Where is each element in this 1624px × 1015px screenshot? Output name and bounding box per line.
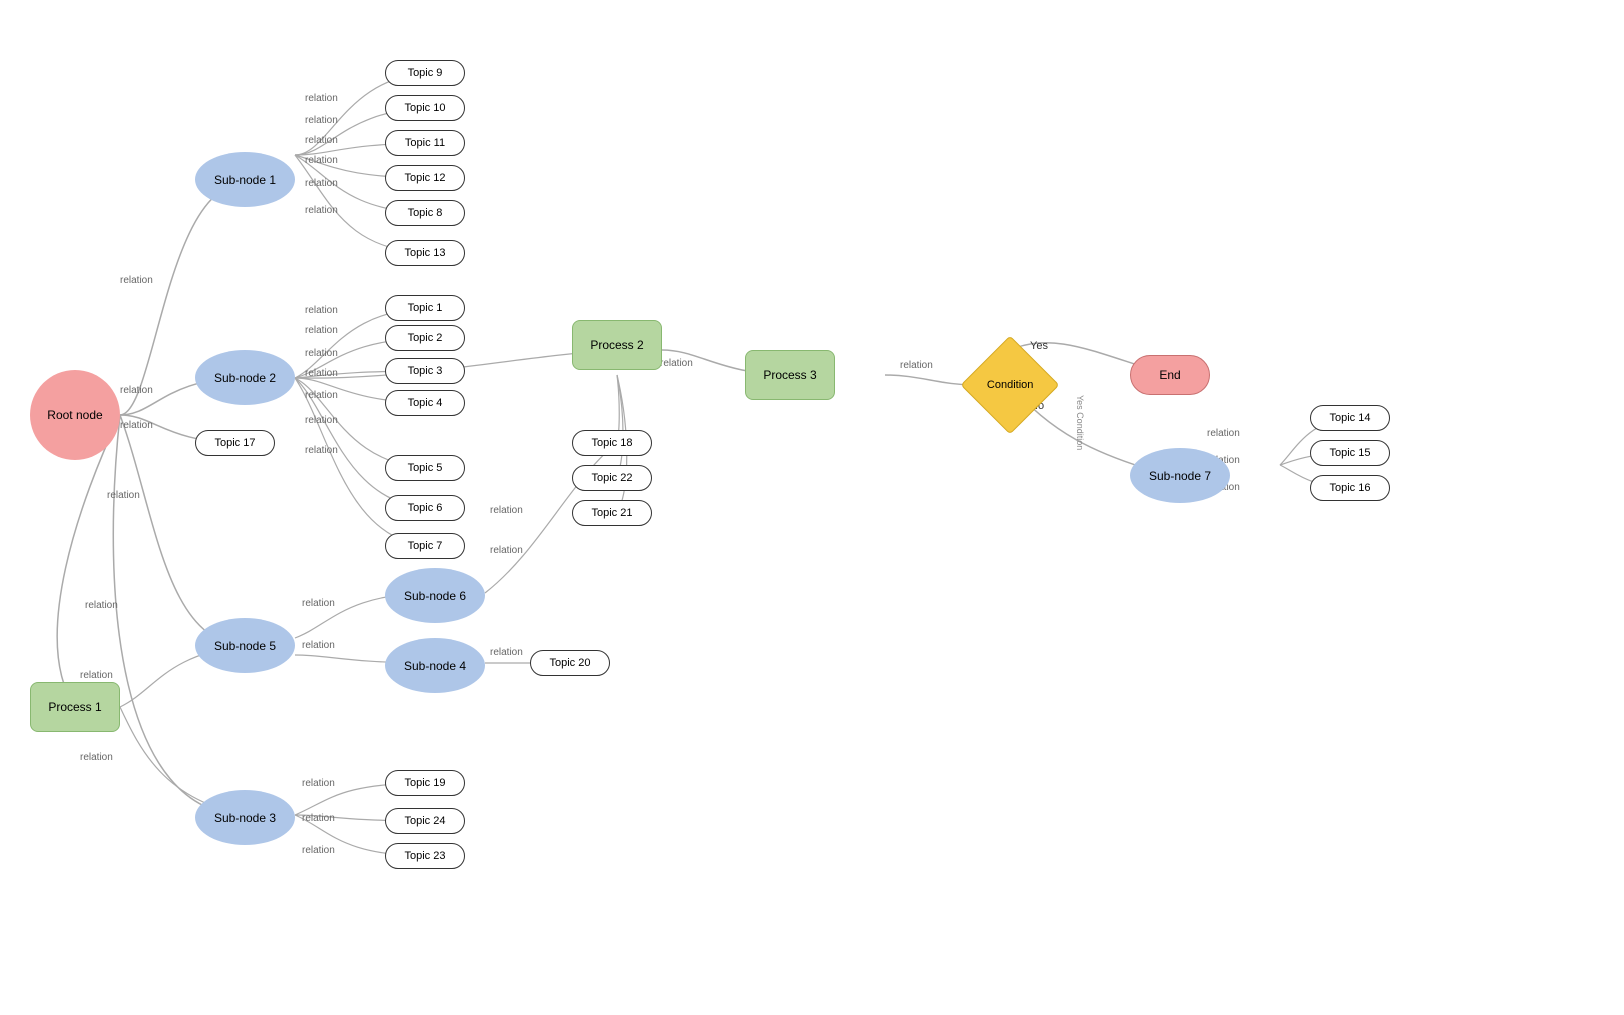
topic-4[interactable]: Topic 4 [385,390,465,416]
rel-sub-process2: relation [490,505,523,516]
process-1-label: Process 1 [48,700,101,714]
topic-23[interactable]: Topic 23 [385,843,465,869]
topic-13[interactable]: Topic 13 [385,240,465,266]
sub-node-2-label: Sub-node 2 [214,371,276,385]
rel-sub2-t2: relation [305,325,338,336]
end-label: End [1159,368,1180,382]
relation-root-sub2: relation [120,385,153,396]
rel-sub2-sub6: relation [490,545,523,556]
process-1[interactable]: Process 1 [30,682,120,732]
rel-sub2-t6: relation [305,415,338,426]
topic-17-label: Topic 17 [215,437,256,449]
topic-14[interactable]: Topic 14 [1310,405,1390,431]
rel-sub3-t23: relation [302,845,335,856]
process-2-label: Process 2 [590,338,643,352]
root-node-label: Root node [47,408,102,422]
sub-node-6-label: Sub-node 6 [404,589,466,603]
rel-sub2-t5: relation [305,390,338,401]
condition-label: Condition [987,379,1033,391]
topic-16[interactable]: Topic 16 [1310,475,1390,501]
rel-sub1-t13: relation [305,205,338,216]
topic-19[interactable]: Topic 19 [385,770,465,796]
rel-sub3-t19: relation [302,778,335,789]
topic-3[interactable]: Topic 3 [385,358,465,384]
sub-node-6[interactable]: Sub-node 6 [385,568,485,623]
topic-15[interactable]: Topic 15 [1310,440,1390,466]
rel-sub7-t14: relation [1207,428,1240,439]
rel-sub2-t4: relation [305,368,338,379]
rel-sub3-t24: relation [302,813,335,824]
rel-sub1-t8: relation [305,178,338,189]
rel-sub1-t12: relation [305,155,338,166]
topic-17[interactable]: Topic 17 [195,430,275,456]
sub-node-7[interactable]: Sub-node 7 [1130,448,1230,503]
sub-node-4-label: Sub-node 4 [404,659,466,673]
topic-1[interactable]: Topic 1 [385,295,465,321]
sub-node-7-label: Sub-node 7 [1149,469,1211,483]
rel-sub2-t3: relation [305,348,338,359]
topic-11[interactable]: Topic 11 [385,130,465,156]
diagram: relation relation relation relation rela… [0,0,1624,1015]
topic-8[interactable]: Topic 8 [385,200,465,226]
sub-node-3-label: Sub-node 3 [214,811,276,825]
topic-10[interactable]: Topic 10 [385,95,465,121]
relation-root-sub3: relation [85,600,118,611]
topic-6[interactable]: Topic 6 [385,495,465,521]
root-node[interactable]: Root node [30,370,120,460]
topic-22[interactable]: Topic 22 [572,465,652,491]
sub-node-1-label: Sub-node 1 [214,173,276,187]
topic-24[interactable]: Topic 24 [385,808,465,834]
rel-p1-sub5: relation [80,670,113,681]
yes-condition-label: Yes Condition [1075,395,1085,450]
topic-21[interactable]: Topic 21 [572,500,652,526]
process-3[interactable]: Process 3 [745,350,835,400]
topic-7[interactable]: Topic 7 [385,533,465,559]
process-3-label: Process 3 [763,368,816,382]
sub-node-4[interactable]: Sub-node 4 [385,638,485,693]
relation-root-sub1: relation [120,275,153,286]
end-node[interactable]: End [1130,355,1210,395]
rel-sub1-t10: relation [305,115,338,126]
rel-sub4-t20: relation [490,647,523,658]
relation-root-topic17: relation [120,420,153,431]
yes-label: Yes [1030,340,1048,352]
rel-sub1-t11: relation [305,135,338,146]
topic-18[interactable]: Topic 18 [572,430,652,456]
rel-p1-sub3: relation [80,752,113,763]
rel-p3-cond: relation [900,360,933,371]
topic-5[interactable]: Topic 5 [385,455,465,481]
sub-node-1[interactable]: Sub-node 1 [195,152,295,207]
sub-node-2[interactable]: Sub-node 2 [195,350,295,405]
sub-node-3[interactable]: Sub-node 3 [195,790,295,845]
rel-sub5-sub6: relation [302,598,335,609]
process-2[interactable]: Process 2 [572,320,662,370]
rel-sub1-t9: relation [305,93,338,104]
rel-sub2-t7: relation [305,445,338,456]
topic-9[interactable]: Topic 9 [385,60,465,86]
topic-20[interactable]: Topic 20 [530,650,610,676]
rel-p2-p3: relation [660,358,693,369]
rel-sub2-t1: relation [305,305,338,316]
sub-node-5[interactable]: Sub-node 5 [195,618,295,673]
topic-2[interactable]: Topic 2 [385,325,465,351]
sub-node-5-label: Sub-node 5 [214,639,276,653]
rel-sub5-sub4: relation [302,640,335,651]
topic-12[interactable]: Topic 12 [385,165,465,191]
relation-root-sub5: relation [107,490,140,501]
